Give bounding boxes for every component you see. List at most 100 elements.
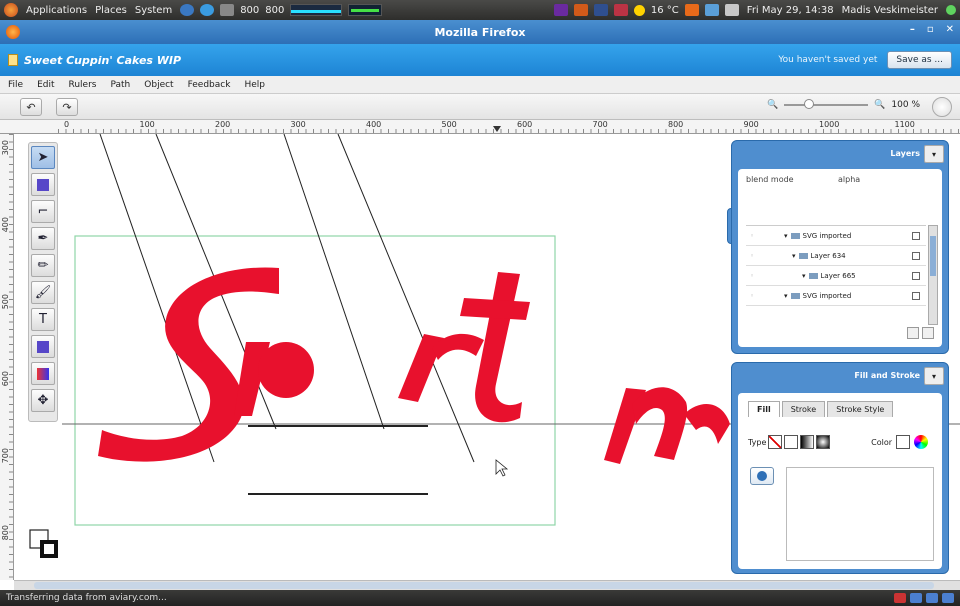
ruler-h-label: 1100 bbox=[894, 120, 915, 129]
delete-layer-icon[interactable] bbox=[922, 327, 934, 339]
help-launcher-icon[interactable] bbox=[200, 4, 215, 16]
tab-stroke[interactable]: Stroke bbox=[781, 401, 826, 417]
layers-scrollbar-thumb[interactable] bbox=[930, 236, 936, 276]
zoom-slider-knob[interactable] bbox=[804, 99, 815, 109]
pencil-tool[interactable]: ✏ bbox=[31, 254, 55, 277]
menu-object[interactable]: Object bbox=[144, 80, 173, 90]
mouse-cursor bbox=[495, 459, 509, 477]
fill-color-swatch[interactable] bbox=[896, 435, 910, 449]
save-as-button[interactable]: Save as ... bbox=[887, 51, 952, 69]
tab-stroke-style[interactable]: Stroke Style bbox=[827, 401, 894, 417]
fill-linear-gradient-icon[interactable] bbox=[800, 435, 815, 449]
layer-lock-checkbox[interactable] bbox=[912, 271, 920, 280]
text-tool[interactable]: T bbox=[31, 308, 55, 331]
layer-row[interactable]: ◦ ▾ Layer 634 bbox=[746, 246, 926, 266]
ubuntu-logo-icon[interactable] bbox=[4, 3, 18, 17]
layer-lock-checkbox[interactable] bbox=[912, 251, 920, 260]
firefox-launcher-icon[interactable] bbox=[180, 4, 195, 16]
window-title: Mozilla Firefox bbox=[434, 25, 526, 39]
visibility-icon[interactable]: ◦ bbox=[750, 272, 760, 280]
node-tool[interactable] bbox=[31, 173, 55, 196]
menu-file[interactable]: File bbox=[8, 80, 23, 90]
expand-icon[interactable]: ▾ bbox=[784, 232, 788, 240]
layers-panel-title: Layers bbox=[890, 149, 920, 158]
menu-rulers[interactable]: Rulers bbox=[69, 80, 97, 90]
brush-tool[interactable]: 🖌 bbox=[31, 281, 55, 304]
select-tool[interactable]: ➤ bbox=[31, 146, 55, 169]
menu-edit[interactable]: Edit bbox=[37, 80, 54, 90]
swap-colors-icon[interactable] bbox=[28, 528, 60, 560]
memory-monitor-graph bbox=[348, 4, 383, 16]
expand-icon[interactable]: ▾ bbox=[784, 292, 788, 300]
transform-tool[interactable]: ✥ bbox=[31, 389, 55, 412]
clock[interactable]: Fri May 29, 14:38 bbox=[747, 5, 834, 16]
minimize-icon[interactable]: – bbox=[910, 24, 915, 35]
fill-flat-icon[interactable] bbox=[784, 435, 799, 449]
notification-icon[interactable] bbox=[684, 4, 699, 16]
vertical-ruler[interactable]: 300 400 500 600 700 800 bbox=[0, 134, 14, 580]
maximize-icon[interactable]: ▫ bbox=[927, 24, 934, 35]
horizontal-ruler[interactable]: 0 100 200 300 400 500 600 700 800 900 1000 1100 bbox=[58, 120, 960, 134]
close-icon[interactable]: ✕ bbox=[946, 24, 954, 35]
status-icon-1[interactable] bbox=[894, 593, 906, 603]
menu-feedback[interactable]: Feedback bbox=[188, 80, 231, 90]
canvas-scrollbar-thumb[interactable] bbox=[34, 582, 934, 589]
ruler-corner bbox=[0, 120, 58, 134]
status-icon-4[interactable] bbox=[942, 593, 954, 603]
layer-list: ◦ ▾ SVG imported ◦ ▾ Layer 634 ◦ ▾ Layer… bbox=[746, 225, 926, 325]
ruler-h-label: 800 bbox=[668, 120, 684, 129]
visibility-icon[interactable]: ◦ bbox=[750, 232, 760, 240]
zoom-in-icon[interactable]: 🔍 bbox=[874, 100, 885, 110]
fill-stroke-panel-title: Fill and Stroke bbox=[854, 371, 920, 380]
fill-stroke-panel-menu-button[interactable]: ▾ bbox=[924, 367, 944, 385]
menu-path[interactable]: Path bbox=[110, 80, 130, 90]
tray-app3-icon[interactable] bbox=[593, 4, 608, 16]
layers-scrollbar[interactable] bbox=[928, 225, 938, 325]
menu-help[interactable]: Help bbox=[244, 80, 265, 90]
system-menu[interactable]: System bbox=[135, 5, 172, 16]
document-title[interactable]: Sweet Cuppin' Cakes WIP bbox=[24, 54, 181, 67]
add-color-button[interactable] bbox=[750, 467, 774, 485]
places-menu[interactable]: Places bbox=[95, 5, 127, 16]
network-icon[interactable] bbox=[704, 4, 719, 16]
user-name[interactable]: Madis Veskimeister bbox=[842, 5, 938, 16]
tray-app-icon[interactable] bbox=[553, 4, 568, 16]
volume-icon[interactable] bbox=[724, 4, 739, 16]
crop-tool[interactable]: ⌐ bbox=[31, 200, 55, 223]
status-icon-2[interactable] bbox=[910, 593, 922, 603]
expand-icon[interactable]: ▾ bbox=[792, 252, 796, 260]
fill-none-icon[interactable] bbox=[768, 435, 783, 449]
zoom-out-icon[interactable]: 🔍 bbox=[767, 100, 778, 110]
layer-row[interactable]: ◦ ▾ Layer 665 bbox=[746, 266, 926, 286]
fill-radial-gradient-icon[interactable] bbox=[816, 435, 831, 449]
layers-panel-menu-button[interactable]: ▾ bbox=[924, 145, 944, 163]
expand-icon[interactable]: ▾ bbox=[802, 272, 806, 280]
rectangle-tool[interactable] bbox=[31, 335, 55, 358]
color-wheel-icon[interactable] bbox=[914, 435, 928, 449]
weather-temp[interactable]: 16 °C bbox=[651, 5, 679, 16]
layer-lock-checkbox[interactable] bbox=[912, 291, 920, 300]
pen-tool[interactable]: ✒ bbox=[31, 227, 55, 250]
layer-name: SVG imported bbox=[802, 291, 852, 300]
ruler-h-label: 100 bbox=[139, 120, 155, 129]
tray-app2-icon[interactable] bbox=[573, 4, 588, 16]
new-layer-icon[interactable] bbox=[907, 327, 919, 339]
undo-button[interactable]: ↶ bbox=[20, 98, 42, 116]
cpu-freq-icon bbox=[220, 4, 235, 16]
layer-lock-checkbox[interactable] bbox=[912, 231, 920, 240]
aviary-logo-icon[interactable] bbox=[932, 97, 952, 117]
layer-row[interactable]: ◦ ▾ SVG imported bbox=[746, 226, 926, 246]
zoom-slider[interactable] bbox=[784, 99, 869, 109]
zoom-percentage: 100 % bbox=[891, 100, 920, 110]
canvas-horizontal-scrollbar[interactable] bbox=[14, 580, 960, 590]
diagonal-line-4 bbox=[337, 134, 475, 463]
tray-app4-icon[interactable] bbox=[613, 4, 628, 16]
layer-row[interactable]: ◦ ▾ SVG imported bbox=[746, 286, 926, 306]
visibility-icon[interactable]: ◦ bbox=[750, 292, 760, 300]
redo-button[interactable]: ↷ bbox=[56, 98, 78, 116]
status-icon-3[interactable] bbox=[926, 593, 938, 603]
visibility-icon[interactable]: ◦ bbox=[750, 252, 760, 260]
applications-menu[interactable]: Applications bbox=[26, 5, 87, 16]
tab-fill[interactable]: Fill bbox=[748, 401, 780, 417]
gradient-tool[interactable] bbox=[31, 362, 55, 385]
